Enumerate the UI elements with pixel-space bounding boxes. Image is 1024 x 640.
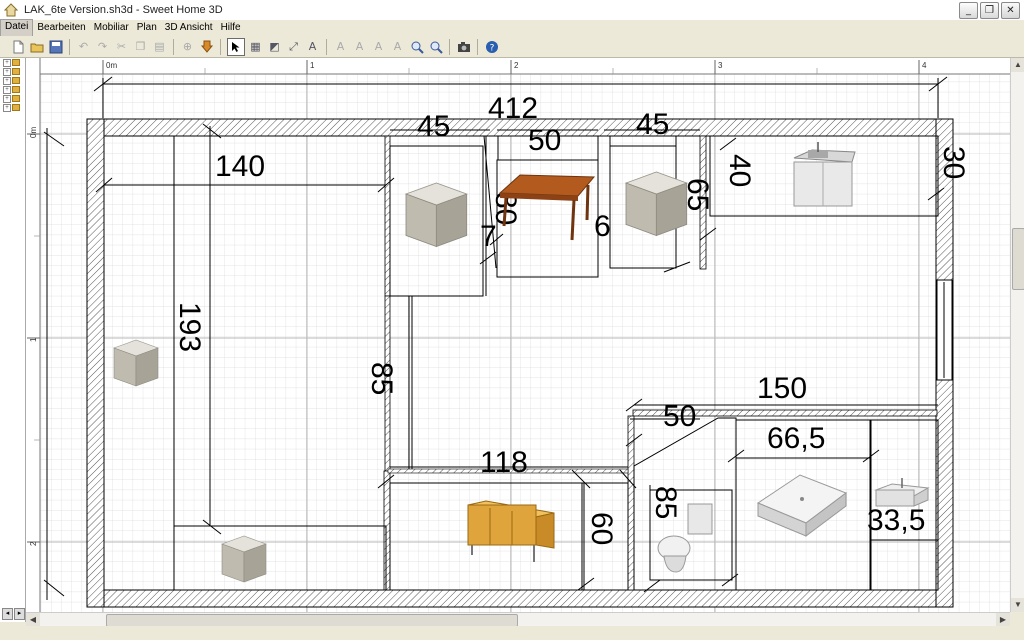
paste-icon[interactable]: ▤ bbox=[152, 39, 168, 55]
dimension-label[interactable]: 85 bbox=[649, 486, 682, 519]
minimize-button[interactable]: _ bbox=[959, 1, 978, 19]
close-button[interactable]: ✕ bbox=[1001, 1, 1020, 19]
menu-3d-ansicht[interactable]: 3D Ansicht bbox=[161, 20, 217, 36]
tree-scroll-left-icon[interactable]: ◂ bbox=[2, 608, 13, 620]
dimension-label[interactable]: 40 bbox=[723, 154, 756, 187]
add-furniture-icon[interactable]: ⊕ bbox=[180, 39, 196, 55]
ruler-h-label: 4 bbox=[922, 61, 927, 70]
tree-row[interactable]: + bbox=[0, 76, 25, 85]
dimension-label[interactable]: 118 bbox=[480, 446, 528, 479]
title-bar: LAK_6te Version.sh3d - Sweet Home 3D _ ❐… bbox=[0, 0, 1024, 21]
horizontal-scrollbar[interactable]: ◀ ▶ bbox=[26, 612, 1010, 627]
ruler-v-label: 0m bbox=[29, 127, 38, 138]
dimension-label[interactable]: 60 bbox=[585, 512, 618, 545]
menu-bar: Datei Bearbeiten Mobiliar Plan 3D Ansich… bbox=[0, 19, 1024, 37]
add-text-icon[interactable]: A bbox=[305, 39, 321, 55]
tree-row[interactable]: + bbox=[0, 94, 25, 103]
furniture-tree[interactable]: + + + + + + ◂ ▸ bbox=[0, 58, 26, 622]
bold-text-icon[interactable]: A bbox=[371, 39, 387, 55]
decrease-text-icon[interactable]: A bbox=[352, 39, 368, 55]
plan-view[interactable]: 0m 1 2 3 4 0m 1 2 412 140 193 85 45 50 4… bbox=[26, 58, 1010, 612]
ruler-v-label: 1 bbox=[29, 337, 38, 342]
vertical-scrollbar[interactable]: ▲ ▼ bbox=[1010, 58, 1024, 612]
box-bottom-left-icon[interactable] bbox=[221, 535, 267, 583]
redo-icon[interactable]: ↷ bbox=[95, 39, 111, 55]
select-arrow-icon[interactable] bbox=[226, 37, 245, 56]
menu-bearbeiten[interactable]: Bearbeiten bbox=[33, 20, 89, 36]
cut-icon[interactable]: ✂ bbox=[114, 39, 130, 55]
undo-icon[interactable]: ↶ bbox=[76, 39, 92, 55]
menu-datei[interactable]: Datei bbox=[0, 19, 34, 37]
dimension-label[interactable]: 7 bbox=[480, 220, 497, 253]
dimension-label[interactable]: 140 bbox=[215, 150, 265, 183]
dimension-label[interactable]: 50 bbox=[528, 124, 561, 157]
menu-hilfe[interactable]: Hilfe bbox=[217, 20, 245, 36]
box-left-icon[interactable] bbox=[113, 339, 159, 387]
tree-row[interactable]: + bbox=[0, 103, 25, 112]
status-bar bbox=[0, 626, 1024, 640]
ruler-v-label: 2 bbox=[29, 541, 38, 546]
toolbar: ↶ ↷ ✂ ❐ ▤ ⊕ ▦ ◩ ⤢ A A A A A ? bbox=[0, 36, 1024, 58]
italic-text-icon[interactable]: A bbox=[390, 39, 406, 55]
menu-plan[interactable]: Plan bbox=[133, 20, 161, 36]
create-dimensions-icon[interactable]: ⤢ bbox=[286, 39, 302, 55]
dimension-label[interactable]: 193 bbox=[173, 302, 206, 352]
menu-mobiliar[interactable]: Mobiliar bbox=[90, 20, 133, 36]
scroll-left-icon[interactable]: ◀ bbox=[26, 613, 40, 627]
help-icon[interactable]: ? bbox=[484, 39, 500, 55]
import-furniture-icon[interactable] bbox=[199, 39, 215, 55]
scroll-right-icon[interactable]: ▶ bbox=[996, 613, 1010, 627]
box-upper-a-icon[interactable] bbox=[405, 182, 468, 247]
tree-scroll-right-icon[interactable]: ▸ bbox=[14, 608, 25, 620]
ruler-h-label: 1 bbox=[310, 61, 315, 70]
maximize-button[interactable]: ❐ bbox=[980, 1, 999, 19]
window-title: LAK_6te Version.sh3d - Sweet Home 3D bbox=[24, 4, 223, 16]
scroll-down-icon[interactable]: ▼ bbox=[1011, 598, 1024, 612]
increase-text-icon[interactable]: A bbox=[333, 39, 349, 55]
ruler-h-label: 3 bbox=[718, 61, 723, 70]
tree-row[interactable]: + bbox=[0, 58, 25, 67]
dimension-label[interactable]: 30 bbox=[937, 146, 970, 179]
dimension-label[interactable]: 6 bbox=[594, 210, 611, 243]
dimension-label[interactable]: 50 bbox=[663, 400, 696, 433]
dimension-label[interactable]: 412 bbox=[488, 92, 538, 125]
svg-text:?: ? bbox=[489, 43, 494, 53]
zoom-out-icon[interactable] bbox=[428, 39, 444, 55]
new-file-icon[interactable] bbox=[10, 39, 26, 55]
save-file-icon[interactable] bbox=[48, 39, 64, 55]
vertical-scroll-thumb[interactable] bbox=[1012, 228, 1024, 290]
create-walls-icon[interactable]: ▦ bbox=[248, 39, 264, 55]
open-file-icon[interactable] bbox=[29, 39, 45, 55]
dimension-label[interactable]: 45 bbox=[636, 108, 669, 141]
dimension-label[interactable]: 45 bbox=[417, 110, 450, 143]
dimension-label[interactable]: 150 bbox=[757, 372, 807, 405]
zoom-in-icon[interactable] bbox=[409, 39, 425, 55]
create-rooms-icon[interactable]: ◩ bbox=[267, 39, 283, 55]
ruler-h-label: 0m bbox=[106, 61, 117, 70]
dimension-label[interactable]: 85 bbox=[365, 362, 398, 395]
tree-row[interactable]: + bbox=[0, 85, 25, 94]
ruler-h-label: 2 bbox=[514, 61, 519, 70]
dimension-label[interactable]: 66,5 bbox=[767, 422, 825, 455]
copy-icon[interactable]: ❐ bbox=[133, 39, 149, 55]
dimension-label[interactable]: 33,5 bbox=[867, 504, 925, 537]
sweet-home-app-icon bbox=[4, 3, 18, 17]
tree-row[interactable]: + bbox=[0, 67, 25, 76]
box-upper-b-icon[interactable] bbox=[625, 171, 688, 236]
create-photo-icon[interactable] bbox=[456, 39, 472, 55]
scroll-up-icon[interactable]: ▲ bbox=[1011, 58, 1024, 72]
